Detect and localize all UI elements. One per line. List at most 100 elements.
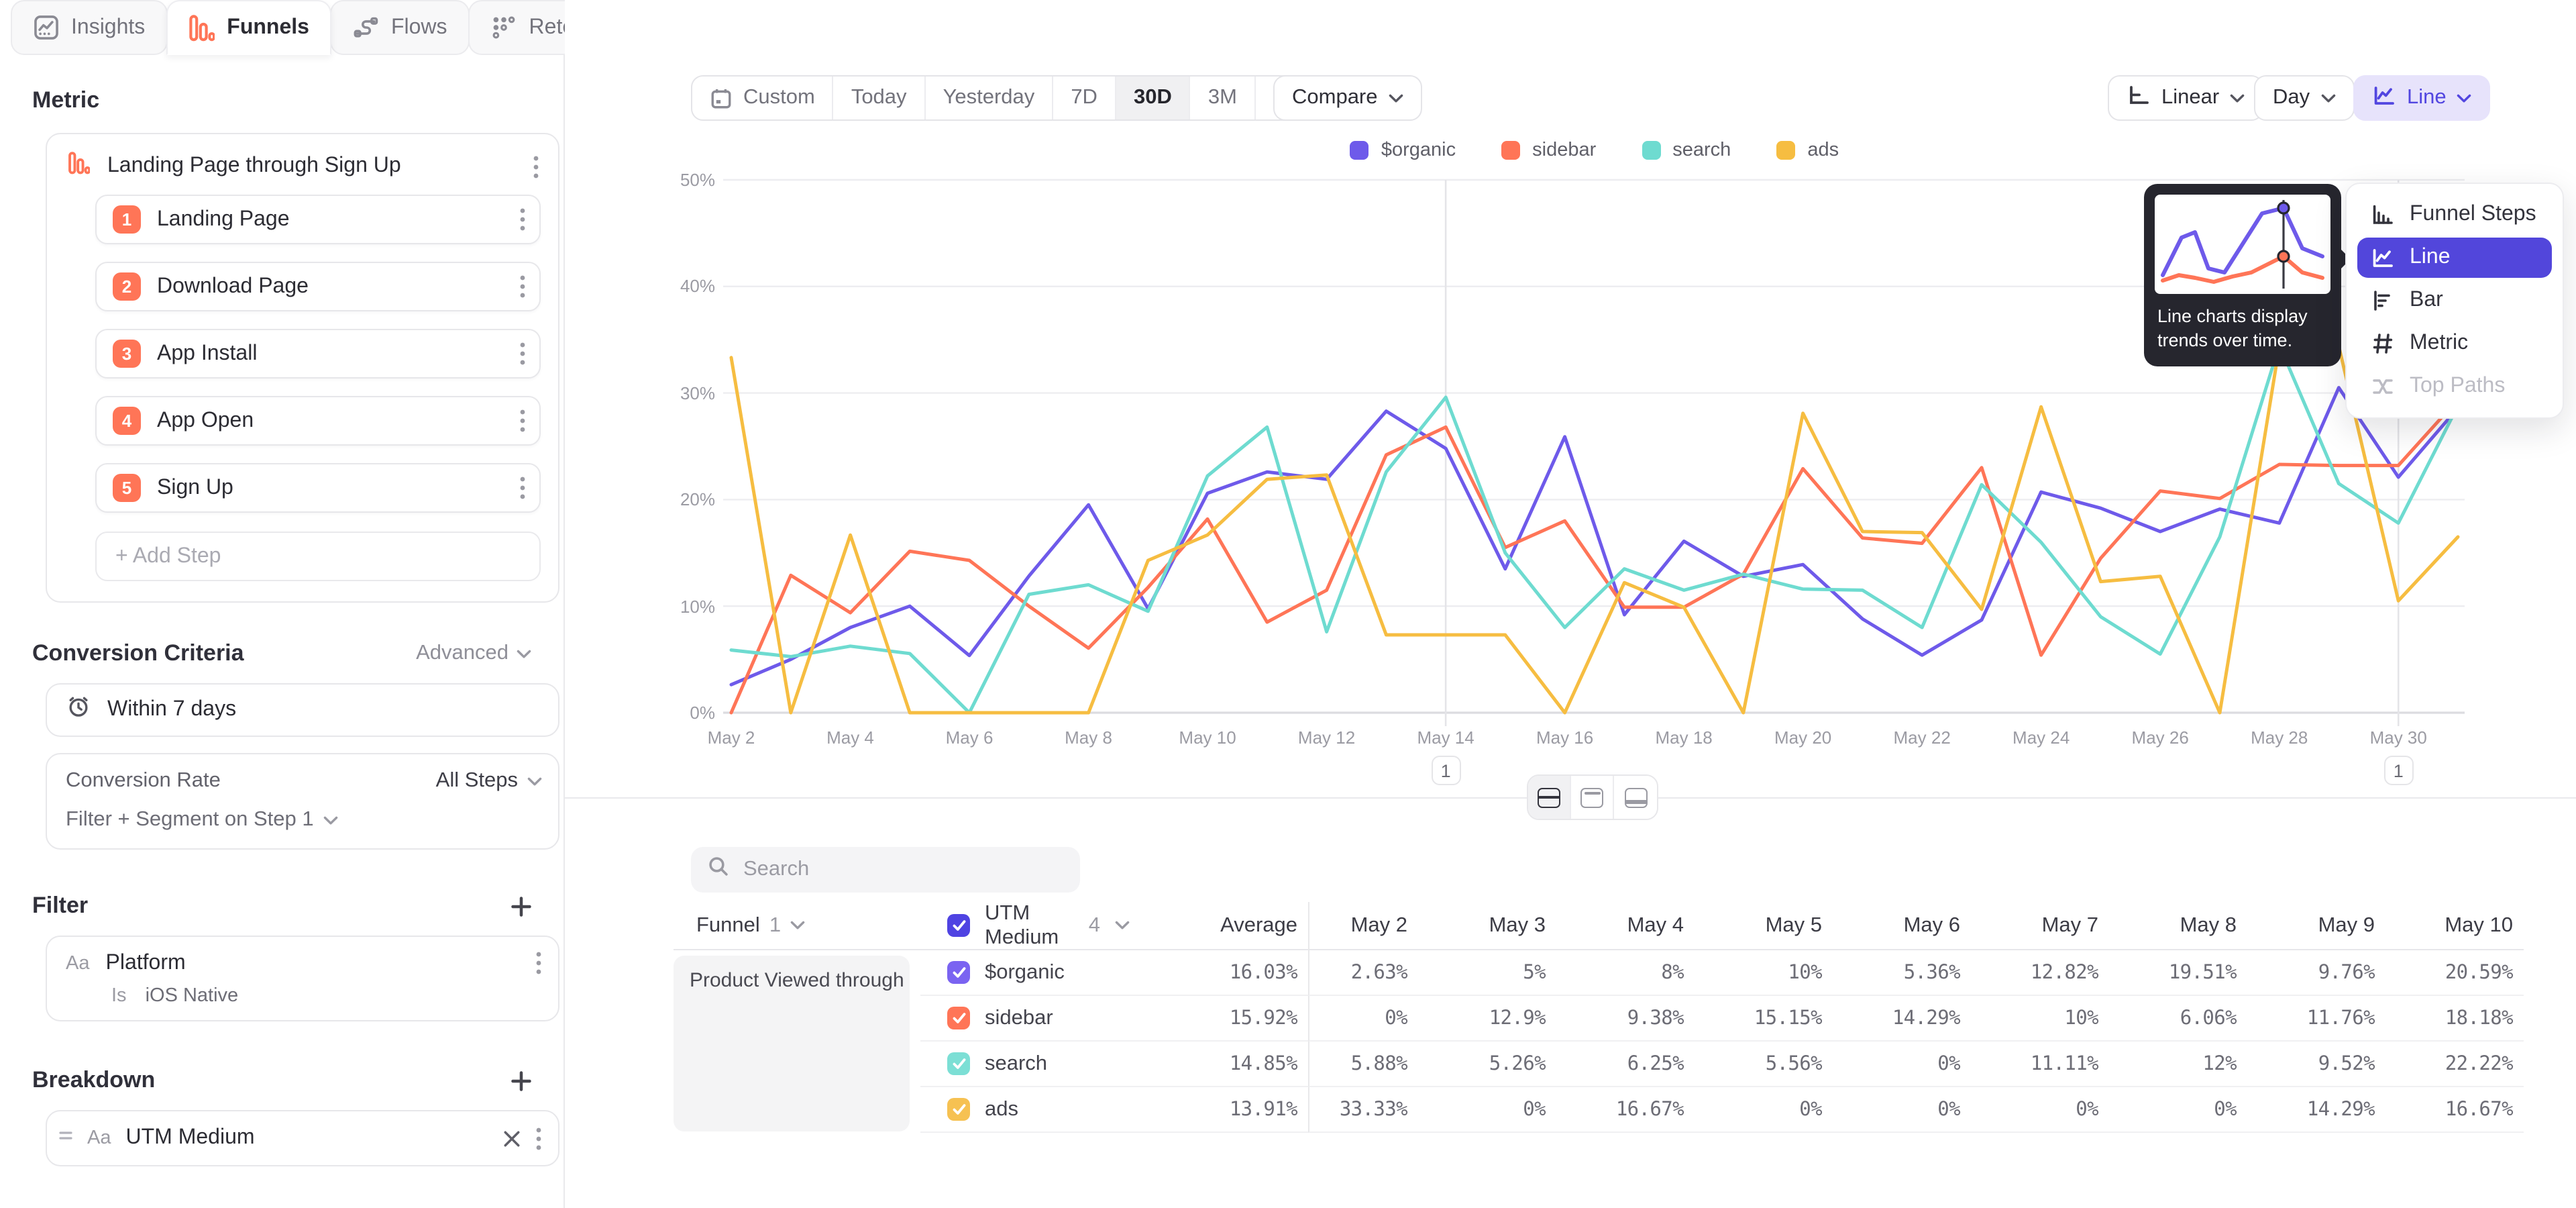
conversion-window-card[interactable]: Within 7 days (46, 683, 559, 737)
select-all-checkbox[interactable] (947, 914, 970, 937)
table-only-icon (1624, 787, 1647, 807)
table-cell: 0% (1418, 1087, 1556, 1133)
date-column-header[interactable]: May 9 (2247, 902, 2385, 950)
advanced-dropdown[interactable]: Advanced (416, 642, 531, 666)
table-cell: 5.88% (1308, 1042, 1418, 1087)
conversion-rate-card: Conversion Rate All Steps Filter + Segme… (46, 753, 559, 850)
chevron-down-icon (2320, 93, 2335, 103)
add-breakdown-button[interactable] (511, 1070, 531, 1091)
table-cell: 15.15% (1695, 996, 1833, 1042)
tooltip-text: Line charts display trends over time. (2155, 294, 2330, 354)
chart-type-label: Line (2407, 86, 2447, 110)
table-row-organic[interactable]: $organic (920, 950, 1130, 996)
scale-dropdown[interactable]: Linear (2108, 75, 2263, 121)
date-column-header[interactable]: May 7 (1971, 902, 2109, 950)
filter-segment-dropdown[interactable]: Filter + Segment on Step 1 (66, 808, 542, 832)
date-range-30d[interactable]: 30D (1116, 77, 1191, 119)
table-search[interactable] (691, 847, 1080, 893)
row-checkbox[interactable] (947, 1007, 970, 1029)
menu-item-bar[interactable]: Bar (2357, 281, 2552, 321)
row-name: $organic (985, 960, 1065, 985)
funnel-step-1[interactable]: 1 Landing Page (95, 195, 541, 244)
date-range-7d[interactable]: 7D (1053, 77, 1116, 119)
funnel-step-4[interactable]: 4 App Open (95, 396, 541, 446)
breakdown-column-label: UTM Medium (985, 901, 1074, 950)
conversion-rate-label: Conversion Rate (66, 769, 221, 793)
step-label: Download Page (157, 274, 503, 299)
step-number-badge: 5 (113, 474, 141, 502)
menu-item-metric[interactable]: Metric (2357, 323, 2552, 364)
date-column-header[interactable]: May 5 (1695, 902, 1833, 950)
search-input[interactable] (743, 858, 1052, 882)
filter-kebab-menu-icon[interactable] (535, 950, 542, 976)
tab-insights[interactable]: Insights (11, 0, 168, 55)
menu-item-funnel-steps[interactable]: Funnel Steps (2357, 195, 2552, 235)
breakdown-column-header[interactable]: UTM Medium 4 (920, 902, 1130, 950)
funnel-step-5[interactable]: 5 Sign Up (95, 463, 541, 513)
step-kebab-menu-icon[interactable] (519, 408, 526, 434)
funnel-column-header[interactable]: Funnel 1 (674, 902, 920, 950)
table-cell: 5.36% (1833, 950, 1971, 996)
table-row-sidebar[interactable]: sidebar (920, 996, 1130, 1042)
date-column-label: May 7 (2042, 913, 2098, 938)
table-cell: 19.51% (2109, 950, 2247, 996)
remove-breakdown-icon[interactable] (503, 1129, 521, 1147)
chevron-down-icon (1115, 921, 1130, 930)
date-range-yesterday[interactable]: Yesterday (926, 77, 1054, 119)
conversion-rate-dropdown[interactable]: All Steps (436, 769, 542, 793)
chart-type-dropdown[interactable]: Line (2353, 75, 2491, 121)
tab-flows[interactable]: Flows (331, 0, 470, 55)
average-column-header[interactable]: Average (1130, 902, 1308, 950)
compare-button[interactable]: Compare (1273, 75, 1422, 121)
funnel-kebab-menu-icon[interactable] (533, 154, 539, 179)
annotation-badge[interactable]: 1 (2383, 756, 2413, 785)
step-kebab-menu-icon[interactable] (519, 475, 526, 501)
table-cell: 5.56% (1695, 1042, 1833, 1087)
funnel-step-3[interactable]: 3 App Install (95, 329, 541, 379)
tab-label: Insights (71, 15, 145, 40)
view-toggle-chart-and-table[interactable] (1528, 776, 1571, 819)
step-kebab-menu-icon[interactable] (519, 207, 526, 232)
date-column-header[interactable]: May 3 (1418, 902, 1556, 950)
table-cell: 8% (1556, 950, 1695, 996)
x-axis-tick: May 16 (1536, 727, 1593, 748)
series-organic[interactable] (731, 388, 2458, 685)
view-toggle-table-only[interactable] (1614, 776, 1657, 819)
add-filter-button[interactable] (511, 896, 531, 916)
interval-dropdown[interactable]: Day (2254, 75, 2354, 121)
row-checkbox[interactable] (947, 1052, 970, 1075)
row-name: ads (985, 1097, 1018, 1121)
tab-funnels[interactable]: Funnels (166, 0, 332, 55)
sidebar-scroll[interactable]: Metric Landing Page through Sign Up 1 La… (0, 55, 564, 1208)
menu-item-label: Funnel Steps (2410, 203, 2536, 227)
date-range-3m[interactable]: 3M (1191, 77, 1256, 119)
breakdown-utm-card[interactable]: Aa UTM Medium (46, 1110, 559, 1166)
funnel-step-2[interactable]: 2 Download Page (95, 262, 541, 311)
step-kebab-menu-icon[interactable] (519, 341, 526, 366)
date-column-header[interactable]: May 10 (2385, 902, 2524, 950)
date-range-today[interactable]: Today (834, 77, 926, 119)
report-canvas: Custom Today Yesterday 7D 30D 3M 6M 12M … (565, 0, 2576, 1208)
drag-handle-icon[interactable] (59, 1126, 72, 1150)
view-toggle-chart-only[interactable] (1571, 776, 1614, 819)
breakdown-kebab-menu-icon[interactable] (535, 1125, 542, 1151)
date-column-header[interactable]: May 2 (1308, 902, 1418, 950)
add-step-button[interactable]: + Add Step (95, 532, 541, 581)
x-axis-tick: May 30 (2370, 727, 2427, 748)
row-checkbox[interactable] (947, 1098, 970, 1121)
filter-platform-card[interactable]: Aa Platform Is iOS Native (46, 936, 559, 1021)
date-column-header[interactable]: May 4 (1556, 902, 1695, 950)
date-column-header[interactable]: May 8 (2109, 902, 2247, 950)
date-column-label: May 4 (1627, 913, 1684, 938)
menu-item-line[interactable]: Line (2357, 238, 2552, 278)
table-row-search[interactable]: search (920, 1042, 1130, 1087)
step-kebab-menu-icon[interactable] (519, 274, 526, 299)
row-checkbox[interactable] (947, 961, 970, 984)
scale-label: Linear (2161, 86, 2219, 110)
table-row-ads[interactable]: ads (920, 1087, 1130, 1133)
date-range-custom[interactable]: Custom (692, 77, 834, 119)
date-column-header[interactable]: May 6 (1833, 902, 1971, 950)
row-group-label[interactable]: Product Viewed through P... (674, 956, 910, 1131)
date-column-label: May 3 (1489, 913, 1546, 938)
annotation-badge[interactable]: 1 (1431, 756, 1460, 785)
